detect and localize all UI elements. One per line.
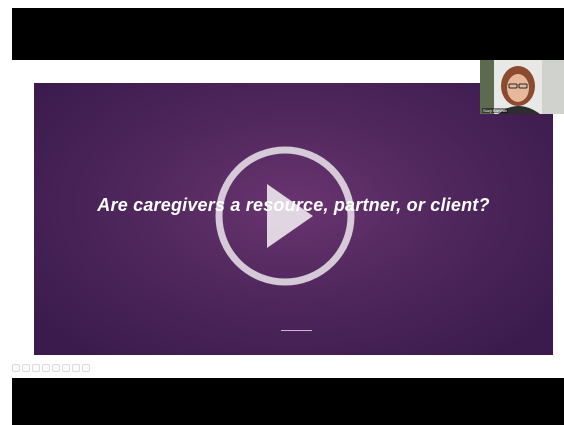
share-icon[interactable] [72, 364, 80, 372]
video-player[interactable]: Are caregivers a resource, partner, or c… [12, 8, 564, 425]
back-icon[interactable] [12, 364, 20, 372]
play-icon[interactable] [215, 146, 355, 286]
slide-underline [281, 330, 312, 331]
speaker-video-thumbnail[interactable]: Suzy Barylski [480, 60, 564, 114]
fullscreen-icon[interactable] [82, 364, 90, 372]
letterbox-bottom [12, 378, 564, 425]
eraser-icon[interactable] [52, 364, 60, 372]
letterbox-top [12, 8, 564, 60]
pencil-icon[interactable] [32, 364, 40, 372]
player-toolbar [12, 363, 90, 373]
highlight-icon[interactable] [42, 364, 50, 372]
speaker-avatar [480, 60, 564, 114]
more-icon[interactable] [62, 364, 70, 372]
play-small-icon[interactable] [22, 364, 30, 372]
speaker-name: Suzy Barylski [482, 108, 509, 113]
